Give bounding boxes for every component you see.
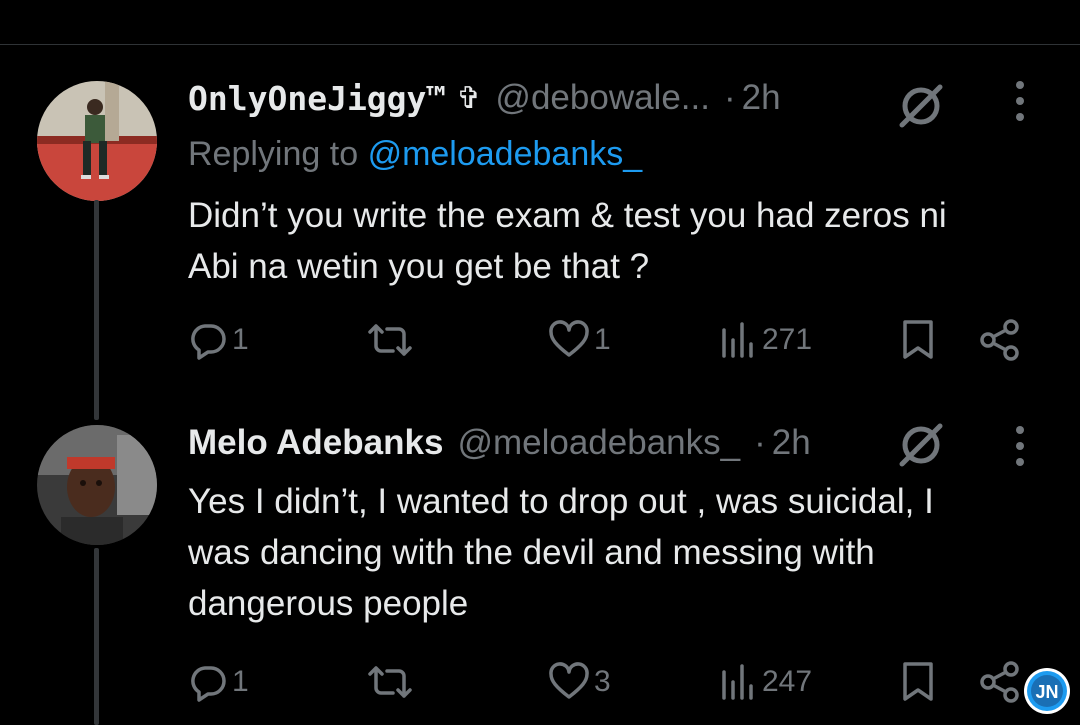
views-button[interactable]: 271 [718, 315, 812, 365]
bookmark-button[interactable] [900, 657, 936, 707]
jn-watermark-logo: JN [1024, 668, 1070, 714]
bookmark-button[interactable] [900, 315, 936, 365]
thread-line [94, 200, 99, 420]
tweet-text: Yes I didn’t, I wanted to drop out , was… [188, 476, 934, 629]
display-name[interactable]: OnlyOneJiggy™ [188, 79, 446, 118]
reply-button[interactable]: 1 [188, 657, 249, 707]
mention-link[interactable]: @meloadebanks_ [368, 135, 643, 173]
share-icon [980, 319, 1019, 361]
action-bar: 1 1 271 [188, 315, 1048, 365]
tweet-text: Didn’t you write the exam & test you had… [188, 190, 947, 292]
tweet-text-line: was dancing with the devil and messing w… [188, 533, 875, 572]
separator-dot: · [723, 78, 736, 117]
display-name[interactable]: Melo Adebanks [188, 423, 443, 463]
watermark-text: JN [1035, 682, 1058, 702]
more-icon[interactable] [1008, 79, 1032, 123]
views-count: 271 [762, 323, 813, 356]
tweet-text-line: Yes I didn’t, I wanted to drop out , was… [188, 482, 934, 521]
avatar[interactable] [37, 81, 157, 201]
name-badge: ✞ [456, 81, 482, 115]
top-divider [0, 44, 1080, 45]
thread-line [94, 548, 99, 725]
tweet[interactable]: Melo Adebanks @meloadebanks_ · 2h Yes I … [0, 420, 1080, 725]
retweet-button[interactable] [366, 315, 414, 365]
retweet-button[interactable] [366, 657, 414, 707]
tweet-text-line: Didn’t you write the exam & test you had… [188, 196, 947, 235]
grok-icon[interactable] [896, 81, 946, 131]
reply-count: 1 [232, 323, 249, 356]
timestamp[interactable]: 2h [742, 78, 781, 118]
like-icon [549, 320, 589, 357]
reply-icon [191, 324, 226, 360]
retweet-icon [368, 324, 412, 356]
bookmark-icon [903, 662, 933, 701]
timestamp[interactable]: 2h [772, 423, 811, 463]
like-button[interactable]: 3 [548, 657, 611, 707]
views-button[interactable]: 247 [718, 657, 812, 707]
tweet-text-line: Abi na wetin you get be that ? [188, 247, 650, 286]
grok-icon[interactable] [896, 420, 946, 470]
like-count: 3 [594, 665, 611, 698]
tweet[interactable]: OnlyOneJiggy™ ✞ @debowale... · 2h Replyi… [0, 75, 1080, 420]
reply-button[interactable]: 1 [188, 315, 249, 365]
retweet-icon [368, 666, 412, 698]
reply-count: 1 [232, 665, 249, 698]
separator-dot: · [754, 423, 766, 462]
like-icon [549, 662, 589, 699]
action-bar: 1 3 247 [188, 657, 1048, 707]
tweet-text-line: dangerous people [188, 584, 469, 623]
views-icon [722, 664, 753, 700]
share-button[interactable] [978, 315, 1022, 365]
avatar[interactable] [37, 425, 157, 545]
reply-icon [191, 666, 226, 702]
views-count: 247 [762, 665, 813, 698]
like-button[interactable]: 1 [548, 315, 611, 365]
bookmark-icon [903, 320, 933, 359]
user-handle[interactable]: @debowale... [495, 78, 710, 118]
more-icon[interactable] [1008, 424, 1032, 468]
replying-to: Replying to @meloadebanks_ [188, 135, 642, 174]
share-icon [980, 661, 1019, 703]
replying-label: Replying to [188, 135, 359, 173]
views-icon [722, 322, 753, 358]
like-count: 1 [594, 323, 611, 356]
user-handle[interactable]: @meloadebanks_ [457, 423, 740, 463]
share-button[interactable] [978, 657, 1022, 707]
